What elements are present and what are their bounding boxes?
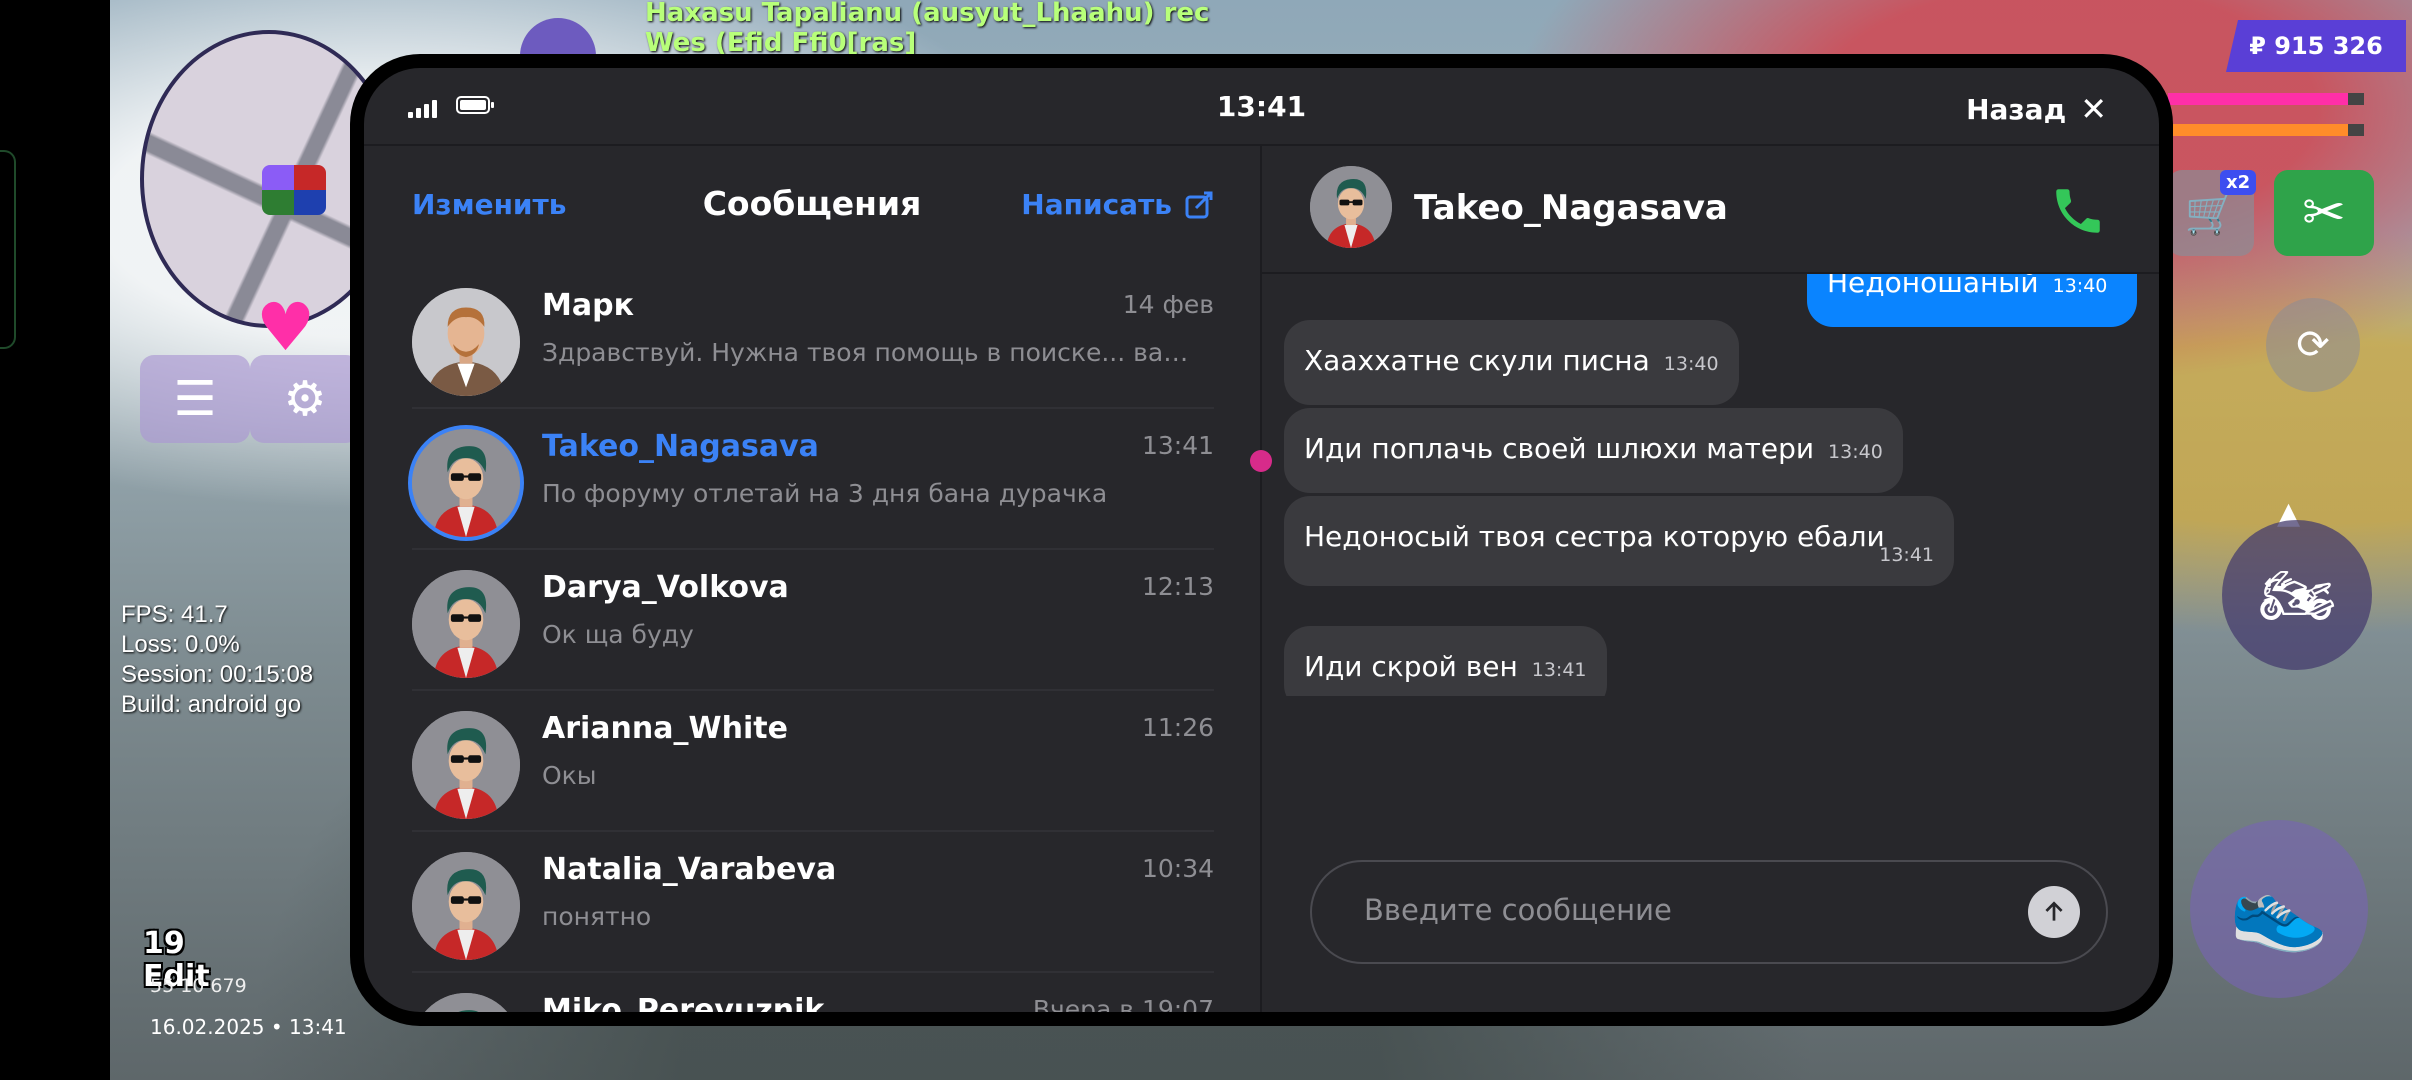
contact-name: Miko_Perevuznik — [542, 993, 825, 1012]
chat-header: Takeo_Nagasava — [1262, 146, 2159, 274]
gear-icon: ⚙ — [283, 371, 327, 427]
health-bar — [2168, 93, 2364, 105]
loss-text: Loss: 0.0% — [121, 631, 240, 658]
game-chat: Haxasu Tapalianu (ausyut_Lhaahu) rec Wes… — [645, 0, 1209, 58]
contact-time: 12:13 — [1141, 572, 1214, 601]
contact-time: Вчера в 19:07 — [1032, 995, 1214, 1012]
back-label: Назад — [1966, 92, 2067, 126]
contact-name: Natalia_Varabeva — [542, 852, 837, 887]
compose-label: Написать — [1021, 188, 1172, 221]
incoming-message[interactable]: Хааххатне скули писна 13:40 — [1284, 320, 1739, 405]
close-icon: ✕ — [2080, 90, 2107, 128]
outgoing-message[interactable]: Недоношаный 13:40 — [1807, 274, 2137, 327]
camera-toggle-button[interactable]: ⟳ — [2266, 298, 2360, 392]
armor-bar — [2168, 124, 2364, 136]
sprint-button[interactable]: 👟 — [2190, 820, 2368, 998]
level-number: 19 — [143, 926, 185, 961]
armor-fill — [2168, 124, 2349, 136]
contact-item[interactable]: Arianna_White 11:26 Окы — [412, 691, 1214, 832]
contact-time: 14 фев — [1122, 290, 1214, 319]
message-list: Недоношаный 13:40 Хааххатне скули писна 13:… — [1262, 274, 2159, 696]
incoming-message[interactable]: Иди скрой вен 13:41 — [1284, 626, 1607, 696]
contact-preview: Окы — [542, 761, 597, 790]
settings-button[interactable]: ⚙ — [250, 355, 360, 443]
cart-icon: 🛒 — [2184, 188, 2238, 237]
contact-item[interactable]: Darya_Volkova 12:13 Ок ща буду — [412, 550, 1214, 691]
build-text: Build: android go — [121, 691, 302, 718]
contact-name: Arianna_White — [542, 711, 788, 746]
contact-item[interactable]: Марк 14 фев Здравствуй. Нужна твоя помощь … — [412, 268, 1214, 409]
contact-preview: Ок ща буду — [542, 620, 694, 649]
multiplier-badge: x2 — [2220, 170, 2257, 195]
datetime-text: 16.02.2025 • 13:41 — [150, 1015, 347, 1039]
message-input[interactable] — [1362, 892, 2006, 928]
phone-screen: 13:41 Назад ✕ Изменить Сообщения Написат… — [364, 68, 2159, 1012]
weapon-icon: ✂ — [2302, 183, 2346, 243]
contact-time: 13:41 — [1141, 431, 1214, 460]
arrow-up-icon — [2045, 901, 2063, 921]
compose-button[interactable]: Написать — [1021, 188, 1214, 221]
chat-contact-name: Takeo_Nagasava — [1414, 188, 1728, 228]
avatar — [412, 570, 520, 678]
avatar[interactable] — [1310, 166, 1392, 248]
phone-frame: 13:41 Назад ✕ Изменить Сообщения Написат… — [350, 54, 2173, 1026]
message-time: 13:41 — [1531, 659, 1587, 681]
game-chat-line: Haxasu Tapalianu (ausyut_Lhaahu) rec — [645, 0, 1210, 28]
avatar — [412, 288, 520, 396]
contact-item[interactable]: Natalia_Varabeva 10:34 понятно — [412, 832, 1214, 973]
avatar — [412, 852, 520, 960]
contact-preview: По форуму отлетай на 3 дня бана дурачка — [542, 479, 1108, 508]
debug-overlay: FPS: 41.7 Loss: 0.0% Session: 00:15:08 Buil… — [121, 600, 313, 720]
message-composer — [1310, 860, 2108, 964]
session-text: Session: 00:15:08 — [121, 661, 314, 688]
fps-text: FPS: 41.7 — [121, 601, 228, 628]
heart-icon: ♥ — [256, 289, 316, 366]
message-time: 13:40 — [1663, 353, 1719, 375]
contact-preview: Здравствуй. Нужна твоя помощь в поиске..… — [542, 338, 1202, 367]
back-button[interactable]: Назад ✕ — [1966, 90, 2107, 128]
motorcycle-icon: 🏍 — [2258, 560, 2336, 631]
incoming-message[interactable]: Иди поплачь своей шлюхи матери 13:40 — [1284, 408, 1903, 493]
contact-item[interactable]: Takeo_Nagasava 13:41 По форуму отлетай на … — [412, 409, 1214, 550]
map-marker-icon — [262, 165, 326, 215]
health-fill — [2168, 93, 2349, 105]
contact-name: Марк — [542, 288, 634, 323]
message-text: Хааххатне скули писна — [1304, 344, 1650, 377]
side-panel-handle[interactable] — [0, 150, 16, 349]
status-bar: 13:41 Назад ✕ — [364, 68, 2159, 144]
message-text: Недоношаный — [1827, 274, 2039, 299]
phone-call-icon[interactable] — [2049, 182, 2107, 240]
incoming-message[interactable]: Недоносый твоя сестра которую ебали 13:41 — [1284, 496, 1954, 586]
send-button[interactable] — [2028, 886, 2080, 938]
message-time: 13:40 — [1828, 441, 1883, 463]
menu-button[interactable]: ☰ — [140, 355, 250, 443]
money-display: ₽ 915 326 — [2226, 20, 2406, 72]
message-time: 13:41 — [1879, 544, 1934, 566]
contact-item[interactable]: Miko_Perevuznik Вчера в 19:07 — [412, 973, 1214, 1012]
message-time: 13:40 — [2052, 275, 2108, 297]
contact-time: 11:26 — [1141, 713, 1214, 742]
conversation-list-pane: Изменить Сообщения Написать Марк 14 фев Зд… — [364, 146, 1260, 1012]
unread-indicator — [1250, 450, 1272, 472]
ping-text: 55 10 679 — [150, 975, 247, 997]
avatar — [412, 429, 520, 537]
contact-preview: понятно — [542, 902, 652, 931]
contact-time: 10:34 — [1141, 854, 1214, 883]
message-text: Иди поплачь своей шлюхи матери — [1304, 432, 1815, 465]
sneaker-icon: 👟 — [2229, 862, 2329, 955]
camera-switch-icon: ⟳ — [2296, 322, 2330, 368]
message-text: Недоносый твоя сестра которую ебали — [1304, 520, 1885, 553]
contact-list: Марк 14 фев Здравствуй. Нужна твоя помощь … — [412, 268, 1214, 1012]
avatar — [412, 993, 520, 1012]
chat-pane: Takeo_Nagasava Недоношаный 13:40 Хааххатне… — [1250, 146, 2159, 1012]
menu-icon: ☰ — [173, 371, 217, 427]
avatar — [412, 711, 520, 819]
status-time: 13:41 — [1216, 90, 1307, 123]
compose-icon — [1185, 191, 1213, 218]
vehicle-button[interactable]: 🏍 — [2222, 520, 2372, 670]
contact-name: Takeo_Nagasava — [542, 429, 819, 464]
message-text: Иди скрой вен — [1304, 650, 1518, 683]
weapon-button[interactable]: ✂ — [2274, 170, 2374, 256]
contact-name: Darya_Volkova — [542, 570, 789, 605]
